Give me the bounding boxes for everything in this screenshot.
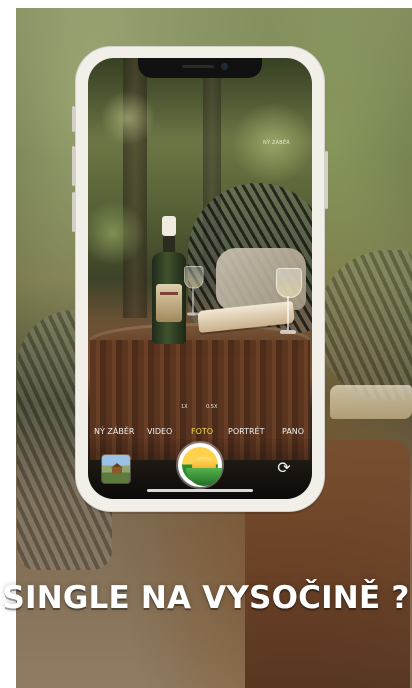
front-camera [222,64,227,69]
zoom-1x[interactable]: 1X [181,404,188,410]
glass-bowl [184,266,204,289]
glass-stem [287,296,289,330]
phone-power-button [325,151,328,209]
phone-side-button [72,106,75,132]
wine-bottle [152,216,186,344]
notch-speaker [182,65,214,68]
label-stripe [160,292,178,295]
zoom-0-5x[interactable]: 0.5X [206,404,217,410]
glass-base [187,312,199,316]
rotate-icon[interactable]: ⟳ [273,457,295,479]
zoom-controls[interactable]: 1X 0.5X [181,404,231,414]
thumbnail-house [112,467,122,474]
background-book [330,385,412,419]
camera-top-hint: NÝ ZÁBĚR [263,140,290,146]
glass-bowl [276,268,302,298]
foliage [98,88,158,148]
gallery-thumbnail[interactable] [102,455,130,483]
shutter-logo [182,447,222,486]
phone-volume-up-button [72,146,75,186]
glass-base [280,330,296,334]
mode-pano[interactable]: PANO [282,427,304,436]
camera-screen[interactable]: NÝ ZÁBĚR 1X 0.5X NÝ ZÁBĚR VIDEO FOTO POR… [88,58,312,499]
ad-caption: SINGLE NA VYSOČINĚ ? [2,580,410,616]
mode-video[interactable]: VIDEO [147,427,172,436]
phone-notch [138,58,262,78]
mode-portrait[interactable]: PORTRÉT [228,427,264,436]
bottle-foil [162,216,176,236]
bottle-label [156,284,182,322]
mode-new-shot[interactable]: NÝ ZÁBĚR [94,427,134,436]
shutter-button[interactable] [178,443,222,487]
wine-glass [276,268,302,342]
wine-glass [184,266,204,322]
phone-volume-down-button [72,192,75,232]
home-indicator [147,489,253,492]
glass-stem [192,287,194,313]
mode-photo[interactable]: FOTO [191,427,213,436]
ad-frame: NÝ ZÁBĚR 1X 0.5X NÝ ZÁBĚR VIDEO FOTO POR… [0,0,412,688]
camera-mode-switcher[interactable]: NÝ ZÁBĚR VIDEO FOTO PORTRÉT PANO [88,427,312,439]
